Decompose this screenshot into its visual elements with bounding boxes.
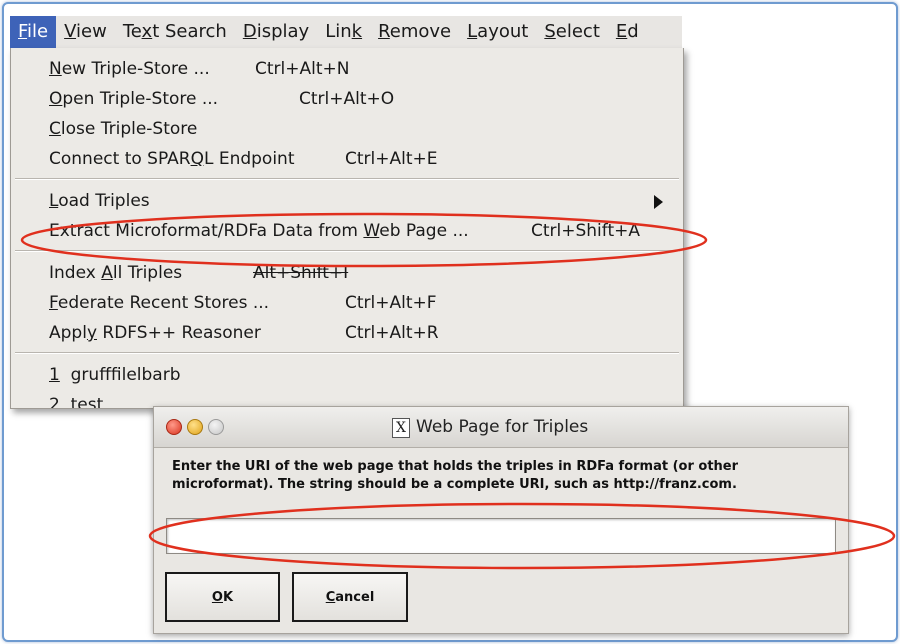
annotation-ellipse-uri [148,502,896,570]
annotation-overlay [20,212,896,570]
annotation-ellipse-extract [20,212,708,268]
